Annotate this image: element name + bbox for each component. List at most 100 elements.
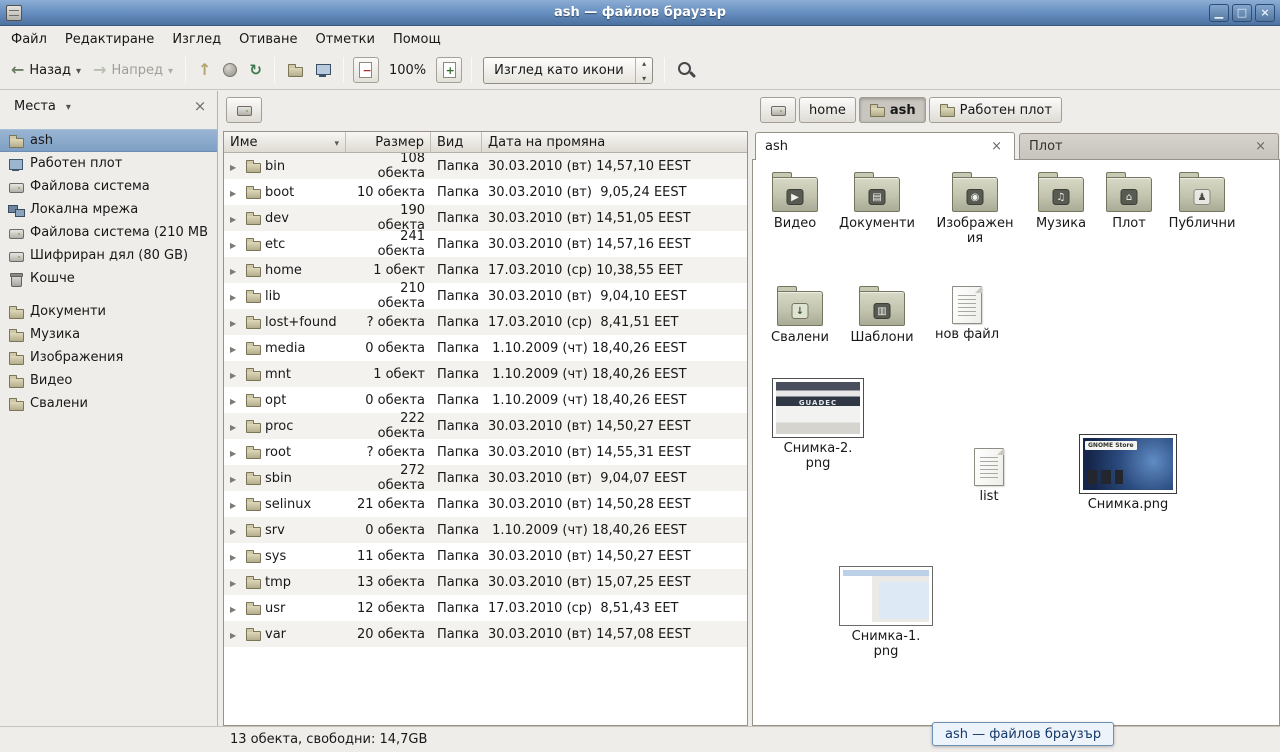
sidebar-item[interactable]: Работен плот xyxy=(0,152,217,175)
icon-view[interactable]: Видео Документи Изображен ия xyxy=(752,160,1280,726)
table-row[interactable]: etc 241 обекта Папка 30.03.2010 (вт) 14,… xyxy=(224,231,747,257)
file-icon-item[interactable]: Плот xyxy=(1087,172,1171,232)
expander-icon[interactable] xyxy=(230,237,241,252)
table-row[interactable]: opt 0 обекта Папка 1.10.2009 (чт) 18,40,… xyxy=(224,387,747,413)
close-button[interactable] xyxy=(1255,4,1275,22)
path-button[interactable]: ash xyxy=(859,97,926,123)
file-icon-item[interactable]: Снимка-1. png xyxy=(835,566,937,659)
title-bar[interactable]: ash — файлов браузър xyxy=(0,0,1280,26)
sidebar-item[interactable]: Изображения xyxy=(0,346,217,369)
expander-icon[interactable] xyxy=(230,627,241,642)
forward-button[interactable]: Напред xyxy=(88,55,178,85)
table-row[interactable]: proc 222 обекта Папка 30.03.2010 (вт) 14… xyxy=(224,413,747,439)
minimize-button[interactable] xyxy=(1209,4,1229,22)
menu-item[interactable]: Файл xyxy=(2,27,56,51)
file-icon-item[interactable]: Свалени xyxy=(758,286,842,346)
expander-icon[interactable] xyxy=(230,341,241,356)
file-icon-item[interactable]: нов файл xyxy=(925,284,1009,343)
file-icon-item[interactable]: Изображен ия xyxy=(933,172,1017,246)
search-button[interactable] xyxy=(672,55,700,85)
sidebar-item[interactable]: Кошче xyxy=(0,267,217,290)
zoom-out-button[interactable] xyxy=(353,57,379,83)
table-row[interactable]: media 0 обекта Папка 1.10.2009 (чт) 18,4… xyxy=(224,335,747,361)
tab-ash[interactable]: ash xyxy=(755,132,1015,160)
table-row[interactable]: lib 210 обекта Папка 30.03.2010 (вт) 9,0… xyxy=(224,283,747,309)
expander-icon[interactable] xyxy=(230,289,241,304)
file-icon-item[interactable]: Документи xyxy=(835,172,919,232)
column-header-size[interactable]: Размер xyxy=(346,132,431,153)
file-icon-item[interactable]: GUADEC Снимка-2. png xyxy=(767,378,869,471)
expander-icon[interactable] xyxy=(230,445,241,460)
expander-icon[interactable] xyxy=(230,315,241,330)
menu-item[interactable]: Помощ xyxy=(384,27,450,51)
sidebar-item[interactable]: Свалени xyxy=(0,392,217,415)
computer-button[interactable] xyxy=(310,55,336,85)
sidebar-item[interactable]: Локална мрежа xyxy=(0,198,217,221)
table-row[interactable]: tmp 13 обекта Папка 30.03.2010 (вт) 15,0… xyxy=(224,569,747,595)
sidebar-item[interactable]: ash xyxy=(0,129,217,152)
path-button[interactable]: home xyxy=(799,97,856,123)
tab-plot[interactable]: Плот xyxy=(1019,133,1279,159)
file-icon-item[interactable]: Публични xyxy=(1160,172,1244,232)
reload-button[interactable] xyxy=(244,55,267,85)
table-row[interactable]: lost+found ? обекта Папка 17.03.2010 (ср… xyxy=(224,309,747,335)
sidebar-item[interactable]: Музика xyxy=(0,323,217,346)
menu-item[interactable]: Отметки xyxy=(306,27,383,51)
expander-icon[interactable] xyxy=(230,497,241,512)
sidebar-item[interactable]: Видео xyxy=(0,369,217,392)
expander-icon[interactable] xyxy=(230,601,241,616)
file-icon-item[interactable]: GNOME Store Снимка.png xyxy=(1077,434,1179,513)
expander-icon[interactable] xyxy=(230,185,241,200)
expander-icon[interactable] xyxy=(230,523,241,538)
menu-item[interactable]: Редактиране xyxy=(56,27,163,51)
file-icon-item[interactable]: Видео xyxy=(753,172,837,232)
table-row[interactable]: bin 108 обекта Папка 30.03.2010 (вт) 14,… xyxy=(224,153,747,179)
table-row[interactable]: root ? обекта Папка 30.03.2010 (вт) 14,5… xyxy=(224,439,747,465)
home-button[interactable] xyxy=(282,55,308,85)
table-row[interactable]: var 20 обекта Папка 30.03.2010 (вт) 14,5… xyxy=(224,621,747,647)
sidebar-close-icon[interactable] xyxy=(191,97,209,115)
stop-button[interactable] xyxy=(218,55,242,85)
back-button[interactable]: Назад xyxy=(6,55,86,85)
back-dropdown-icon[interactable] xyxy=(76,64,81,77)
table-row[interactable]: mnt 1 обект Папка 1.10.2009 (чт) 18,40,2… xyxy=(224,361,747,387)
column-header-date[interactable]: Дата на промяна xyxy=(482,132,747,153)
table-row[interactable]: sys 11 обекта Папка 30.03.2010 (вт) 14,5… xyxy=(224,543,747,569)
combo-arrows-icon[interactable] xyxy=(635,58,652,83)
menu-item[interactable]: Изглед xyxy=(163,27,230,51)
file-icon-item[interactable]: Шаблони xyxy=(840,286,924,346)
file-icon-item[interactable]: list xyxy=(947,446,1031,505)
view-mode-select[interactable]: Изглед като икони xyxy=(483,57,653,84)
places-selector[interactable]: Места xyxy=(8,96,77,117)
up-button[interactable] xyxy=(193,55,216,85)
table-row[interactable]: usr 12 обекта Папка 17.03.2010 (ср) 8,51… xyxy=(224,595,747,621)
table-row[interactable]: home 1 обект Папка 17.03.2010 (ср) 10,38… xyxy=(224,257,747,283)
expander-icon[interactable] xyxy=(230,419,241,434)
expander-icon[interactable] xyxy=(230,159,241,174)
expander-icon[interactable] xyxy=(230,575,241,590)
column-header-name[interactable]: Име xyxy=(224,132,346,153)
expander-icon[interactable] xyxy=(230,367,241,382)
path-button[interactable]: Работен плот xyxy=(929,97,1062,123)
table-row[interactable]: sbin 272 обекта Папка 30.03.2010 (вт) 9,… xyxy=(224,465,747,491)
path-button[interactable] xyxy=(760,97,796,123)
table-row[interactable]: selinux 21 обекта Папка 30.03.2010 (вт) … xyxy=(224,491,747,517)
sidebar-item[interactable]: Шифриран дял (80 GB) xyxy=(0,244,217,267)
menu-item[interactable]: Отиване xyxy=(230,27,306,51)
expander-icon[interactable] xyxy=(230,211,241,226)
table-row[interactable]: boot 10 обекта Папка 30.03.2010 (вт) 9,0… xyxy=(224,179,747,205)
expander-icon[interactable] xyxy=(230,549,241,564)
expander-icon[interactable] xyxy=(230,393,241,408)
expander-icon[interactable] xyxy=(230,471,241,486)
expander-icon[interactable] xyxy=(230,263,241,278)
tab-close-icon[interactable] xyxy=(1252,139,1269,154)
zoom-in-button[interactable] xyxy=(436,57,462,83)
tab-close-icon[interactable] xyxy=(988,139,1005,154)
sidebar-item[interactable]: Документи xyxy=(0,300,217,323)
column-header-type[interactable]: Вид xyxy=(431,132,482,153)
sidebar-item[interactable]: Файлова система xyxy=(0,175,217,198)
table-row[interactable]: srv 0 обекта Папка 1.10.2009 (чт) 18,40,… xyxy=(224,517,747,543)
sidebar-item[interactable]: Файлова система (210 MB) xyxy=(0,221,217,244)
maximize-button[interactable] xyxy=(1232,4,1252,22)
path-button[interactable] xyxy=(226,97,262,123)
